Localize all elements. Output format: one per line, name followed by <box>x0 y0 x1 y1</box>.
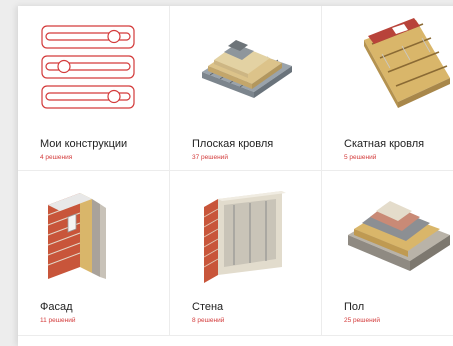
tile-count: 25 решений <box>344 317 380 324</box>
facade-icon <box>18 171 170 291</box>
tile-my-constructions[interactable]: Мои конструкции 4 решения <box>18 6 170 171</box>
tile-title: Пол <box>344 301 365 313</box>
tile-pitched-roof[interactable]: Скатная кровля 5 решений <box>322 6 453 171</box>
tile-title: Фасад <box>40 301 73 313</box>
tile-wall[interactable]: Стена 8 решений <box>170 171 322 336</box>
pitched-roof-icon <box>322 6 453 126</box>
floor-icon <box>322 171 453 291</box>
tile-floor[interactable]: Пол 25 решений <box>322 171 453 336</box>
tile-title: Стена <box>192 301 224 313</box>
tile-count: 4 решения <box>40 154 73 161</box>
tile-title: Мои конструкции <box>40 138 128 150</box>
flat-roof-icon <box>170 6 322 126</box>
tile-title: Плоская кровля <box>192 138 274 150</box>
tile-count: 11 решений <box>40 317 76 324</box>
sliders-icon <box>18 6 170 126</box>
tile-count: 5 решений <box>344 154 377 161</box>
wall-icon <box>170 171 322 291</box>
tile-facade[interactable]: Фасад 11 решений <box>18 171 170 336</box>
tile-count: 37 решений <box>192 154 228 161</box>
tile-flat-roof[interactable]: Плоская кровля 37 решений <box>170 6 322 171</box>
tile-title: Скатная кровля <box>344 138 425 150</box>
tile-count: 8 решений <box>192 317 225 324</box>
construction-catalog-grid: Мои конструкции 4 решения Плоская кровля… <box>18 6 453 346</box>
